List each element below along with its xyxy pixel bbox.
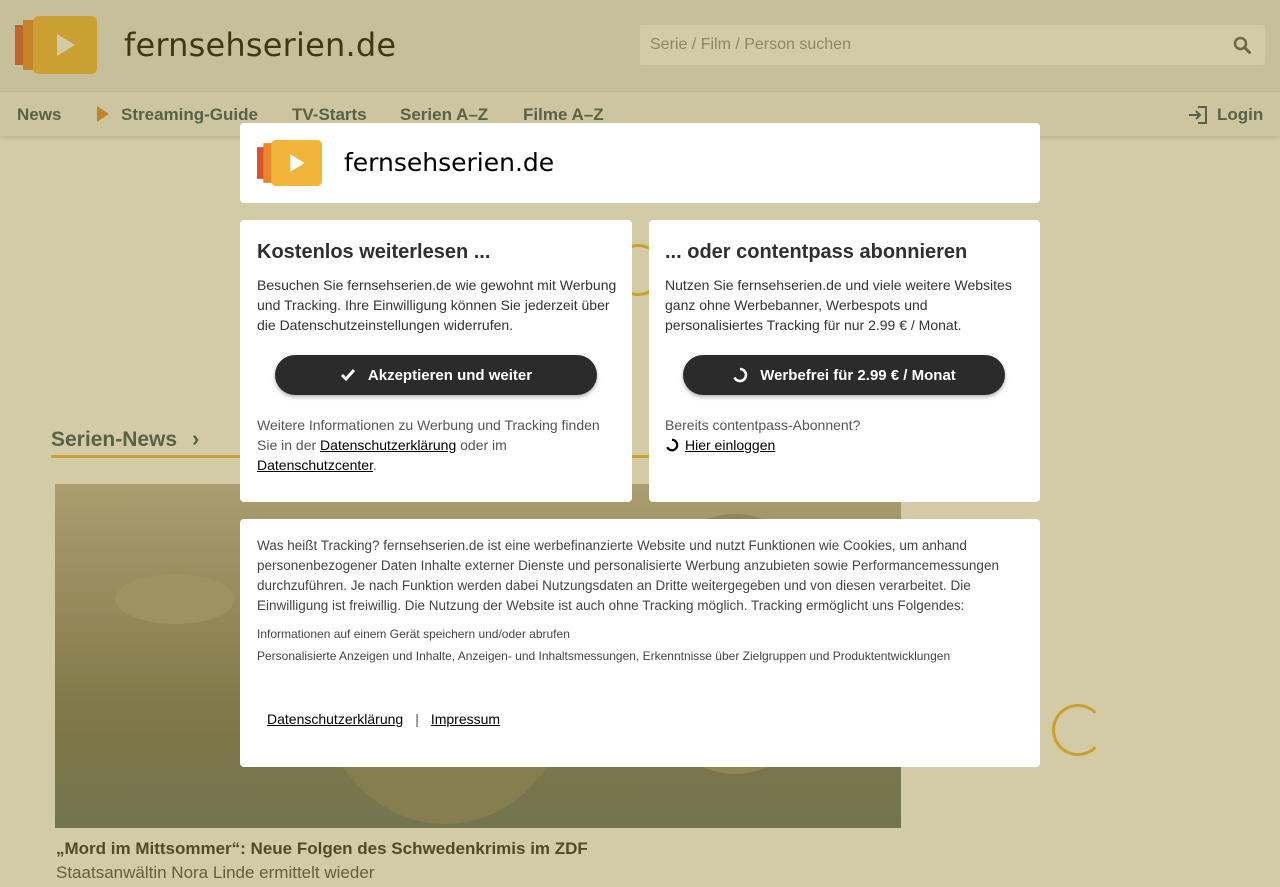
tracking-info-panel: Was heißt Tracking? fernsehserien.de ist…	[240, 519, 1040, 767]
contentpass-icon	[666, 438, 679, 452]
tracking-explanation: Was heißt Tracking? fernsehserien.de ist…	[257, 538, 999, 613]
site-logo-icon	[257, 140, 322, 186]
accept-button[interactable]: Akzeptieren und weiter	[275, 355, 597, 395]
contentpass-login-row[interactable]: Hier einloggen	[665, 435, 1025, 455]
free-option-title: Kostenlos weiterlesen ...	[257, 241, 491, 263]
footer-separator: |	[415, 711, 419, 727]
consent-footer-links: Datenschutzerklärung | Impressum	[267, 711, 500, 727]
already-subscriber-label: Bereits contentpass-Abonnent?	[665, 417, 861, 433]
privacy-info-text: Weitere Informationen zu Werbung und Tra…	[257, 415, 617, 475]
footer-imprint-link[interactable]: Impressum	[431, 711, 500, 727]
check-icon	[340, 369, 356, 382]
privacy-info-middle: oder im	[456, 437, 507, 453]
existing-subscriber-block: Bereits contentpass-Abonnent? Hier einlo…	[665, 415, 1025, 455]
accept-button-label: Akzeptieren und weiter	[367, 366, 533, 384]
contentpass-icon	[733, 367, 748, 383]
consent-header: fernsehserien.de	[240, 123, 1040, 203]
subscribe-button-label: Werbefrei für 2.99 € / Monat	[760, 366, 956, 384]
tracking-purpose: Personalisierte Anzeigen und Inhalte, An…	[257, 649, 951, 663]
privacy-policy-link[interactable]: Datenschutzerklärung	[320, 437, 456, 453]
subscribe-button[interactable]: Werbefrei für 2.99 € / Monat	[683, 355, 1005, 395]
subscribe-option-text: Nutzen Sie fernsehserien.de und viele we…	[665, 277, 1012, 333]
free-option-text: Besuchen Sie fernsehserien.de wie gewohn…	[257, 277, 617, 333]
privacy-info-suffix: .	[372, 457, 377, 473]
privacy-center-link[interactable]: Datenschutzcenter	[257, 457, 373, 473]
consent-subscribe-option: ... oder contentpass abonnieren Nutzen S…	[649, 220, 1040, 502]
contentpass-login-link[interactable]: Hier einloggen	[685, 435, 775, 455]
consent-free-option: Kostenlos weiterlesen ... Besuchen Sie f…	[240, 220, 632, 502]
footer-privacy-link[interactable]: Datenschutzerklärung	[267, 711, 403, 727]
subscribe-option-title: ... oder contentpass abonnieren	[665, 241, 968, 263]
consent-logo-text: fernsehserien.de	[344, 148, 555, 177]
tracking-purpose: Informationen auf einem Gerät speichern …	[257, 627, 570, 641]
